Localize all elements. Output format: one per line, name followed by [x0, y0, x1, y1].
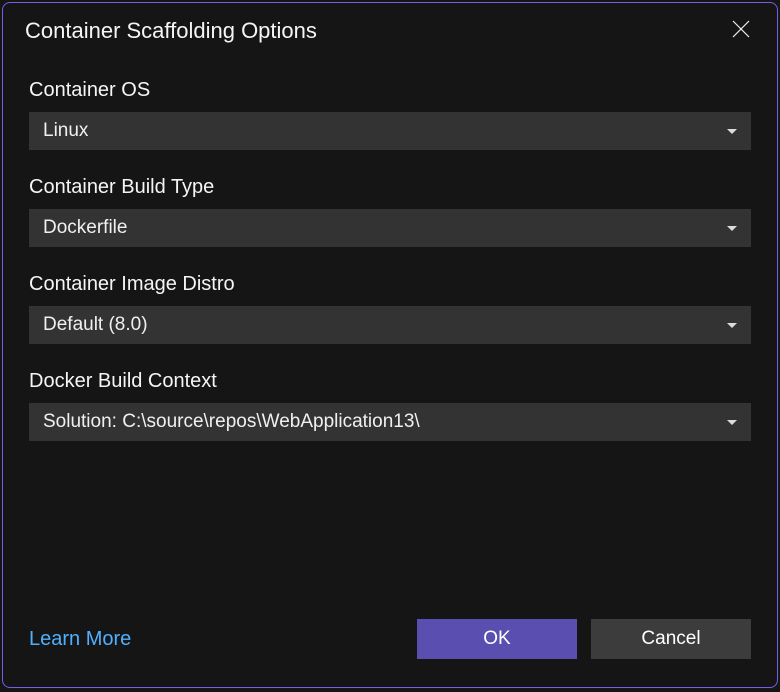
image-distro-value: Default (8.0) — [43, 314, 148, 336]
container-os-value: Linux — [43, 120, 88, 142]
chevron-down-icon — [727, 226, 737, 231]
close-icon — [732, 20, 750, 43]
field-build-context: Docker Build Context Solution: C:\source… — [29, 370, 751, 441]
close-button[interactable] — [727, 17, 755, 45]
build-type-value: Dockerfile — [43, 217, 127, 239]
field-image-distro: Container Image Distro Default (8.0) — [29, 273, 751, 344]
titlebar: Container Scaffolding Options — [3, 3, 777, 59]
ok-button[interactable]: OK — [417, 619, 577, 659]
build-context-select[interactable]: Solution: C:\source\repos\WebApplication… — [29, 403, 751, 441]
container-scaffolding-dialog: Container Scaffolding Options Container … — [2, 2, 778, 688]
container-os-label: Container OS — [29, 79, 751, 102]
build-context-label: Docker Build Context — [29, 370, 751, 393]
field-container-os: Container OS Linux — [29, 79, 751, 150]
chevron-down-icon — [727, 129, 737, 134]
cancel-button[interactable]: Cancel — [591, 619, 751, 659]
image-distro-label: Container Image Distro — [29, 273, 751, 296]
image-distro-select[interactable]: Default (8.0) — [29, 306, 751, 344]
dialog-content: Container OS Linux Container Build Type … — [3, 59, 777, 619]
footer-buttons: OK Cancel — [417, 619, 751, 659]
build-context-value: Solution: C:\source\repos\WebApplication… — [43, 411, 420, 433]
build-type-select[interactable]: Dockerfile — [29, 209, 751, 247]
field-build-type: Container Build Type Dockerfile — [29, 176, 751, 247]
learn-more-link[interactable]: Learn More — [29, 628, 131, 651]
build-type-label: Container Build Type — [29, 176, 751, 199]
chevron-down-icon — [727, 420, 737, 425]
chevron-down-icon — [727, 323, 737, 328]
dialog-title: Container Scaffolding Options — [25, 18, 317, 44]
dialog-footer: Learn More OK Cancel — [3, 619, 777, 687]
container-os-select[interactable]: Linux — [29, 112, 751, 150]
